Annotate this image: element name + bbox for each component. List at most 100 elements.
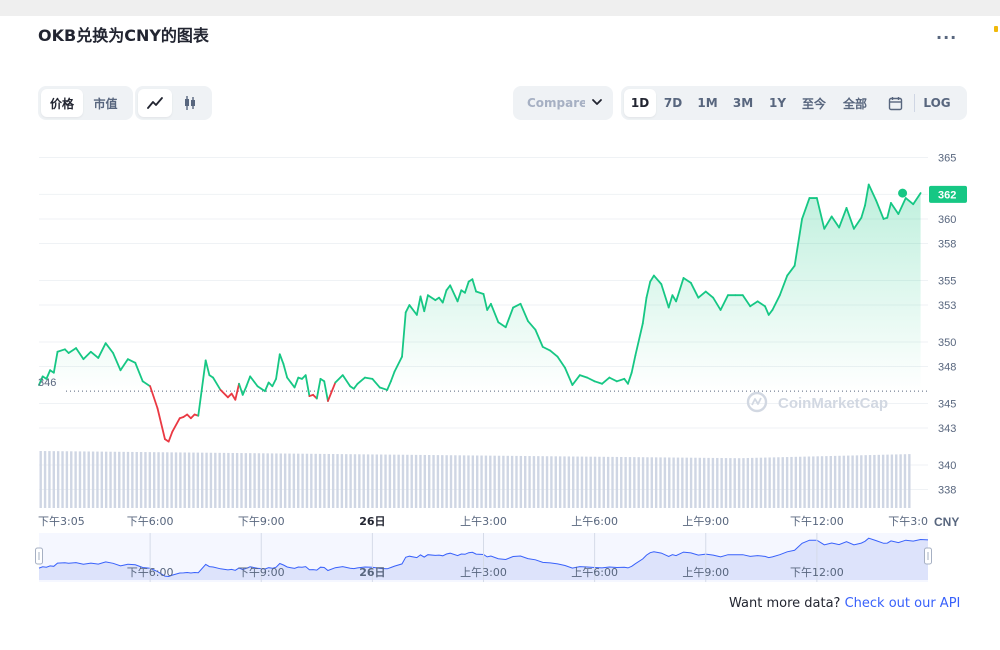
volume-bar — [96, 451, 99, 508]
price-line-segment — [171, 417, 181, 433]
y-tick-label: 355 — [938, 275, 956, 287]
price-chart[interactable]: CoinMarketCap 365 362 360 358 355 353 350 348 34… — [0, 0, 1000, 650]
volume-bar — [842, 455, 846, 508]
volume-bar — [881, 454, 885, 508]
coinmarketcap-logo-icon — [746, 391, 768, 413]
volume-bar — [633, 457, 636, 508]
volume-bar — [864, 455, 867, 508]
volume-bar — [262, 453, 265, 508]
volume-bar — [126, 451, 130, 508]
volume-bar — [580, 456, 584, 508]
current-price-dot — [898, 188, 908, 198]
volume-bar — [663, 457, 667, 508]
volume-bar — [179, 452, 182, 508]
volume-bar — [781, 457, 784, 508]
volume-bar — [908, 454, 911, 508]
volume-bar — [358, 454, 361, 508]
volume-bar — [790, 456, 793, 508]
volume-bar — [746, 457, 750, 508]
volume-bar — [620, 456, 623, 508]
volume-bar — [480, 455, 483, 508]
volume-bar — [493, 455, 496, 508]
volume-bar — [353, 454, 357, 508]
volume-bar — [305, 453, 309, 508]
volume-bar — [65, 451, 69, 508]
volume-bar — [816, 456, 819, 508]
volume-bar — [589, 456, 592, 508]
y-tick-label: 358 — [938, 239, 956, 251]
y-tick-label: 360 — [938, 214, 956, 226]
volume-bar — [187, 452, 191, 508]
volume-bar — [122, 451, 125, 508]
volume-bar — [266, 453, 269, 508]
volume-bar — [471, 455, 475, 508]
volume-bar — [118, 451, 121, 508]
volume-bar — [768, 457, 771, 508]
volume-bar — [349, 454, 352, 508]
volume-bar — [227, 452, 230, 508]
volume-bar — [139, 452, 143, 508]
volume-bar — [903, 454, 907, 508]
volume-bar — [157, 452, 160, 508]
volume-bar — [506, 455, 509, 508]
volume-bar — [750, 457, 754, 508]
volume-bar — [489, 455, 492, 508]
y-tick-label: 365 — [938, 152, 956, 164]
y-tick-label: 340 — [938, 460, 956, 472]
api-link[interactable]: Check out our API — [845, 596, 961, 611]
volume-bar — [707, 457, 710, 508]
volume-bar — [340, 454, 344, 508]
baseline-label: 346 — [38, 377, 56, 389]
y-tick-label: 350 — [938, 337, 956, 349]
volume-bar — [336, 454, 339, 508]
api-promo-text: Want more data? — [729, 596, 841, 611]
x-tick-label: 上午3:00 — [460, 515, 507, 528]
volume-bar — [624, 457, 627, 508]
volume-bar — [222, 452, 226, 508]
navigator-x-label: 26日 — [359, 566, 385, 579]
volume-bar — [454, 455, 457, 508]
volume-bar — [170, 452, 173, 508]
volume-bar — [113, 451, 117, 508]
volume-bar — [467, 455, 470, 508]
volume-bar — [192, 452, 195, 508]
current-price-label: 362 — [938, 189, 956, 201]
volume-bar — [218, 452, 221, 508]
volume-bar — [567, 456, 571, 508]
volume-bar — [563, 456, 566, 508]
volume-bar — [886, 454, 889, 508]
navigator-x-label: 上午6:00 — [571, 566, 618, 579]
volume-bar — [297, 453, 300, 508]
volume-bar — [799, 456, 802, 508]
volume-bar — [807, 456, 811, 508]
volume-bar — [510, 455, 514, 508]
volume-bar — [698, 457, 702, 508]
volume-bar — [794, 456, 798, 508]
volume-bar — [550, 456, 553, 508]
range-navigator[interactable]: 下午6:00 下午9:00 26日 上午3:00 上午6:00 上午9:00 下午12:00 — [35, 533, 932, 582]
volume-bar — [899, 454, 902, 508]
volume-bar — [593, 456, 597, 508]
volume-bar — [825, 456, 828, 508]
volume-bar — [829, 455, 832, 508]
y-tick-label: 343 — [938, 423, 956, 435]
volume-bar — [611, 456, 614, 508]
price-line-segment — [364, 376, 374, 380]
volume-bar — [362, 454, 365, 508]
volume-bar — [877, 454, 880, 508]
x-tick-label: 下午3:05 — [38, 515, 85, 528]
volume-bar — [445, 455, 448, 508]
navigator-x-label: 上午3:00 — [460, 566, 507, 579]
volume-bar — [318, 453, 322, 508]
volume-bar — [537, 456, 540, 508]
volume-bar — [519, 455, 523, 508]
volume-bar — [838, 455, 841, 508]
watermark-text: CoinMarketCap — [778, 395, 888, 412]
volume-bar — [52, 451, 55, 508]
price-line-segment — [156, 407, 166, 441]
volume-bar — [441, 455, 444, 508]
volume-bar — [598, 456, 601, 508]
volume-bar — [812, 456, 815, 508]
volume-bar — [606, 456, 610, 508]
volume-bar — [681, 457, 684, 508]
